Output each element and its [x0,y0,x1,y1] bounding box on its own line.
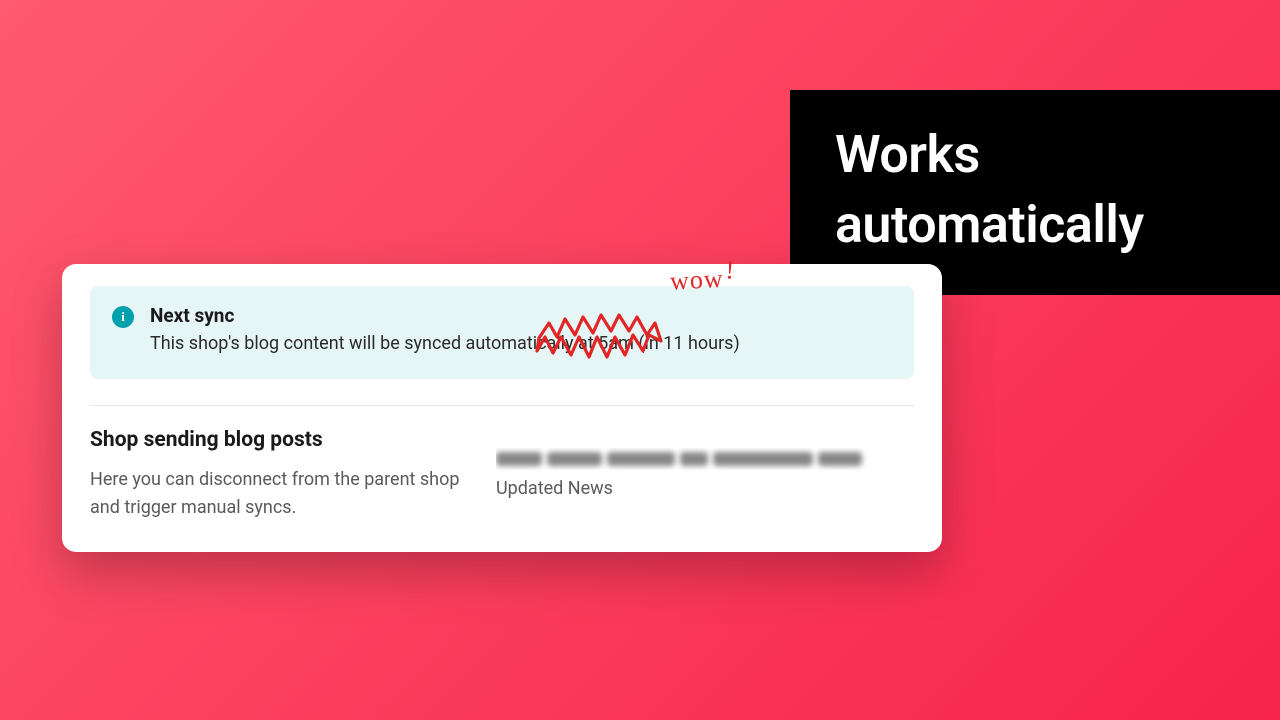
shop-panel: Updated News [490,428,914,522]
banner-content: Next sync This shop's blog content will … [150,304,740,357]
banner-title: Next sync [150,304,740,327]
wow-annotation: wow! [669,263,736,296]
headline-text: Works automatically [835,120,1240,260]
next-sync-banner: i Next sync This shop's blog content wil… [90,286,914,379]
divider [90,405,914,406]
shop-subtitle: Updated News [496,478,900,499]
wow-text: wow [669,264,724,296]
shop-url-redacted [496,448,900,470]
content-row: Shop sending blog posts Here you can dis… [62,428,942,522]
settings-card: i Next sync This shop's blog content wil… [62,264,942,552]
wow-exclaim: ! [724,255,735,285]
headline-line-2: automatically [835,194,1144,255]
section-body: Here you can disconnect from the parent … [90,466,460,522]
banner-body: This shop's blog content will be synced … [150,331,740,357]
headline-line-1: Works [835,124,980,185]
shop-card[interactable]: Updated News [490,434,914,517]
info-icon: i [112,306,134,328]
section-description: Shop sending blog posts Here you can dis… [90,428,460,522]
section-title: Shop sending blog posts [90,428,460,452]
